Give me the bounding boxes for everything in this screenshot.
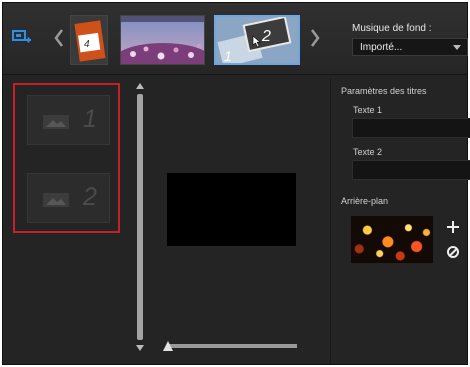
zoom-slider-handle[interactable] (163, 341, 173, 351)
template-preview-image (121, 16, 204, 64)
slot-number: 1 (83, 105, 97, 133)
scroll-down-arrow-icon[interactable] (136, 345, 144, 351)
template-badge: 1 (224, 48, 232, 63)
template-preview-image: 4 (71, 16, 107, 64)
photo-slots-selection: 1 2 (13, 83, 120, 233)
remove-background-icon[interactable] (447, 246, 459, 258)
template-strip: 4 2 1 Musique de fond: Importé... (3, 3, 468, 75)
template-thumbnail-2[interactable] (120, 15, 205, 65)
image-placeholder-icon (43, 115, 69, 129)
background-music-label: Musique de fond : (352, 23, 432, 34)
template-preview-image: 2 1 (216, 17, 298, 63)
slot-number: 2 (83, 183, 97, 211)
preview-canvas (167, 173, 296, 246)
template-badge: 4 (84, 39, 90, 50)
chevron-down-icon (453, 45, 461, 50)
background-music-dropdown[interactable]: Importé... (352, 38, 468, 56)
add-background-icon[interactable] (447, 221, 459, 233)
chevron-left-icon[interactable] (53, 27, 65, 49)
photo-slot-1[interactable]: 1 (27, 95, 110, 145)
scroll-up-arrow-icon[interactable] (136, 83, 144, 89)
panel-divider (330, 78, 331, 364)
image-placeholder-icon (43, 193, 69, 207)
background-music-value: Importé... (360, 42, 403, 53)
background-image-thumbnail[interactable] (351, 216, 433, 263)
template-thumbnail-3-selected[interactable]: 2 1 (214, 15, 300, 65)
slideshow-template-editor: 4 2 1 Musique de fond: Importé... 1 2 P… (2, 2, 470, 365)
text1-input[interactable] (352, 118, 470, 138)
add-slide-icon[interactable] (12, 30, 32, 46)
template-badge: 2 (261, 28, 271, 45)
photo-slot-2[interactable]: 2 (27, 173, 110, 223)
vertical-scrollbar[interactable] (137, 94, 143, 340)
zoom-slider-track[interactable] (167, 344, 297, 348)
chevron-right-icon[interactable] (309, 27, 321, 49)
text2-input[interactable] (352, 160, 470, 180)
template-thumbnail-1[interactable]: 4 (70, 15, 108, 65)
title-settings-heading: Paramètres des titres (341, 86, 427, 96)
text1-label: Texte 1 (353, 105, 383, 115)
text2-label: Texte 2 (353, 147, 383, 157)
background-heading: Arrière-plan (341, 196, 389, 206)
